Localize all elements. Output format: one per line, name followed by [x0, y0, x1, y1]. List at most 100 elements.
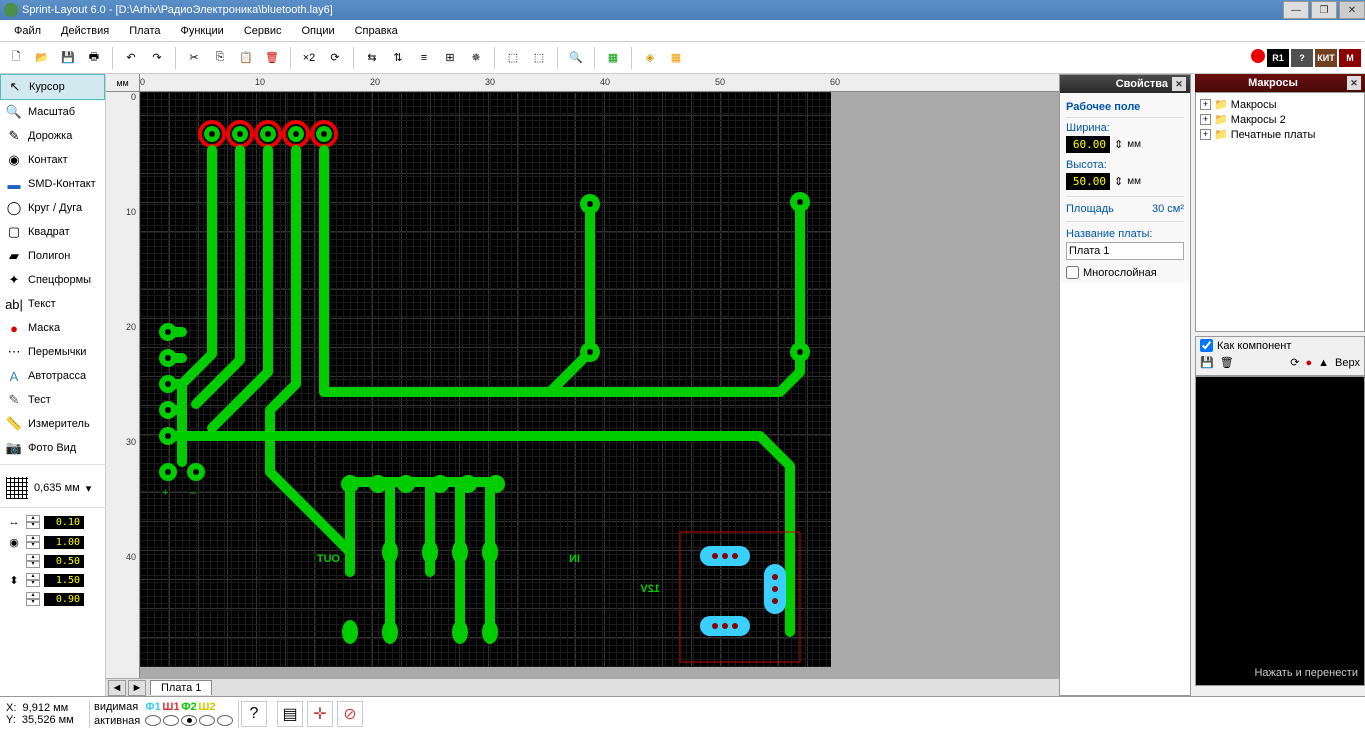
tool-курсор[interactable]: ↖Курсор: [0, 74, 105, 100]
macro-rotate-icon[interactable]: ⟳: [1290, 356, 1299, 369]
macro-delete-icon[interactable]: 🗑: [1220, 356, 1234, 369]
library-button[interactable]: ▦: [664, 46, 688, 70]
stepper-icon[interactable]: ⇕: [1114, 138, 1123, 151]
board-name-input[interactable]: [1066, 242, 1184, 260]
ungroup-button[interactable]: ⬚: [527, 46, 551, 70]
layer-selector[interactable]: видимая Ф1Ш1Ф2Ш2К активная: [90, 700, 239, 728]
status-layers-button[interactable]: ▤: [277, 701, 303, 727]
tab-nav-left[interactable]: ◄: [108, 680, 126, 696]
tool-автотрасса[interactable]: AАвтотрасса: [0, 364, 105, 388]
tool-дорожка[interactable]: ✎Дорожка: [0, 124, 105, 148]
via-inner-row[interactable]: ▴▾ 0.50: [0, 552, 105, 570]
grid-setting[interactable]: 0,635 мм ▾: [0, 473, 105, 503]
stepper[interactable]: ▴▾: [26, 573, 40, 587]
width-value[interactable]: 60.00: [1066, 136, 1110, 153]
board-tab-1[interactable]: Плата 1: [150, 680, 212, 695]
tool-перемычки[interactable]: ⋯Перемычки: [0, 340, 105, 364]
tree-item[interactable]: +📁Макросы: [1200, 97, 1360, 112]
layer-radio[interactable]: [181, 715, 197, 726]
open-button[interactable]: 📂: [30, 46, 54, 70]
via-outer-row[interactable]: ◉ ▴▾ 1.00: [0, 532, 105, 552]
stepper[interactable]: ▴▾: [26, 535, 40, 549]
info-button[interactable]: ◈: [638, 46, 662, 70]
new-button[interactable]: 🗋: [4, 46, 28, 70]
rotate-button[interactable]: ⟳: [323, 46, 347, 70]
stepper-icon[interactable]: ⇕: [1114, 175, 1123, 188]
tree-item[interactable]: +📁Макросы 2: [1200, 112, 1360, 127]
tool-фото-вид[interactable]: 📷Фото Вид: [0, 436, 105, 460]
layer-radio[interactable]: [217, 715, 233, 726]
macro-flip-icon[interactable]: ▲: [1318, 357, 1329, 369]
badge-r1[interactable]: R1: [1267, 49, 1289, 67]
canvas-viewport[interactable]: OUT IN 12V + –: [140, 92, 1059, 678]
delete-button[interactable]: 🗑: [260, 46, 284, 70]
save-button[interactable]: 💾: [56, 46, 80, 70]
pad-inner-row[interactable]: ▴▾ 0.90: [0, 590, 105, 608]
tool-полигон[interactable]: ▰Полигон: [0, 244, 105, 268]
menu-board[interactable]: Плата: [119, 23, 170, 39]
macros-tree[interactable]: +📁Макросы+📁Макросы 2+📁Печатные платы: [1195, 92, 1365, 332]
zoom-button[interactable]: 🔍: [564, 46, 588, 70]
track-width-row[interactable]: ↔ ▴▾ 0.10: [0, 512, 105, 532]
as-component-checkbox[interactable]: Как компонент: [1200, 339, 1360, 352]
minimize-button[interactable]: —: [1283, 1, 1309, 19]
mirror-h-button[interactable]: ⇆: [360, 46, 384, 70]
transparent-button[interactable]: ▦: [601, 46, 625, 70]
pcb-board[interactable]: OUT IN 12V + –: [140, 92, 831, 667]
print-button[interactable]: 🖶: [82, 46, 106, 70]
macro-record-icon[interactable]: ●: [1306, 357, 1313, 369]
menu-options[interactable]: Опции: [292, 23, 345, 39]
tool-smd-контакт[interactable]: ▬SMD-Контакт: [0, 172, 105, 196]
badge-help[interactable]: ?: [1291, 49, 1313, 67]
height-value[interactable]: 50.00: [1066, 173, 1110, 190]
connections-button[interactable]: ✵: [464, 46, 488, 70]
cut-button[interactable]: ✂: [182, 46, 206, 70]
tool-спецформы[interactable]: ✦Спецформы: [0, 268, 105, 292]
badge-m[interactable]: M: [1339, 49, 1361, 67]
tree-expand-icon[interactable]: +: [1200, 114, 1211, 125]
menu-actions[interactable]: Действия: [51, 23, 119, 39]
macro-side-label[interactable]: Верх: [1335, 357, 1360, 369]
align-button[interactable]: ≡: [412, 46, 436, 70]
tool-измеритель[interactable]: 📏Измеритель: [0, 412, 105, 436]
tool-квадрат[interactable]: ▢Квадрат: [0, 220, 105, 244]
paste-button[interactable]: 📋: [234, 46, 258, 70]
duplicate-button[interactable]: ×2: [297, 46, 321, 70]
tool-тест[interactable]: ✎Тест: [0, 388, 105, 412]
snap-button[interactable]: ⊞: [438, 46, 462, 70]
stepper[interactable]: ▴▾: [26, 554, 40, 568]
menu-help[interactable]: Справка: [345, 23, 408, 39]
maximize-button[interactable]: ❐: [1311, 1, 1337, 19]
layer-radio[interactable]: [199, 715, 215, 726]
tree-expand-icon[interactable]: +: [1200, 129, 1211, 140]
tool-маска[interactable]: ●Маска: [0, 316, 105, 340]
macro-save-icon[interactable]: 💾: [1200, 356, 1214, 369]
menu-functions[interactable]: Функции: [170, 23, 233, 39]
mirror-v-button[interactable]: ⇅: [386, 46, 410, 70]
group-button[interactable]: ⬚: [501, 46, 525, 70]
redo-button[interactable]: ↷: [145, 46, 169, 70]
tool-текст[interactable]: ab|Текст: [0, 292, 105, 316]
tree-item[interactable]: +📁Печатные платы: [1200, 127, 1360, 142]
tool-контакт[interactable]: ◉Контакт: [0, 148, 105, 172]
copy-button[interactable]: ⎘: [208, 46, 232, 70]
close-button[interactable]: ✕: [1339, 1, 1365, 19]
pad-outer-row[interactable]: ⬍ ▴▾ 1.50: [0, 570, 105, 590]
undo-button[interactable]: ↶: [119, 46, 143, 70]
multilayer-checkbox[interactable]: Многослойная: [1066, 266, 1184, 279]
status-drc-button[interactable]: ⊘: [337, 701, 363, 727]
tree-expand-icon[interactable]: +: [1200, 99, 1211, 110]
badge-kit[interactable]: КИТ: [1315, 49, 1337, 67]
tab-nav-right[interactable]: ►: [128, 680, 146, 696]
status-help-button[interactable]: ?: [241, 701, 267, 727]
layer-radio[interactable]: [163, 715, 179, 726]
menu-service[interactable]: Сервис: [234, 23, 292, 39]
macros-close-button[interactable]: ✕: [1347, 76, 1361, 90]
status-origin-button[interactable]: ✛: [307, 701, 333, 727]
menu-file[interactable]: Файл: [4, 23, 51, 39]
tool-масштаб[interactable]: 🔍Масштаб: [0, 100, 105, 124]
stepper[interactable]: ▴▾: [26, 592, 40, 606]
properties-close-button[interactable]: ✕: [1172, 77, 1186, 91]
layer-radio[interactable]: [145, 715, 161, 726]
stepper[interactable]: ▴▾: [26, 515, 40, 529]
